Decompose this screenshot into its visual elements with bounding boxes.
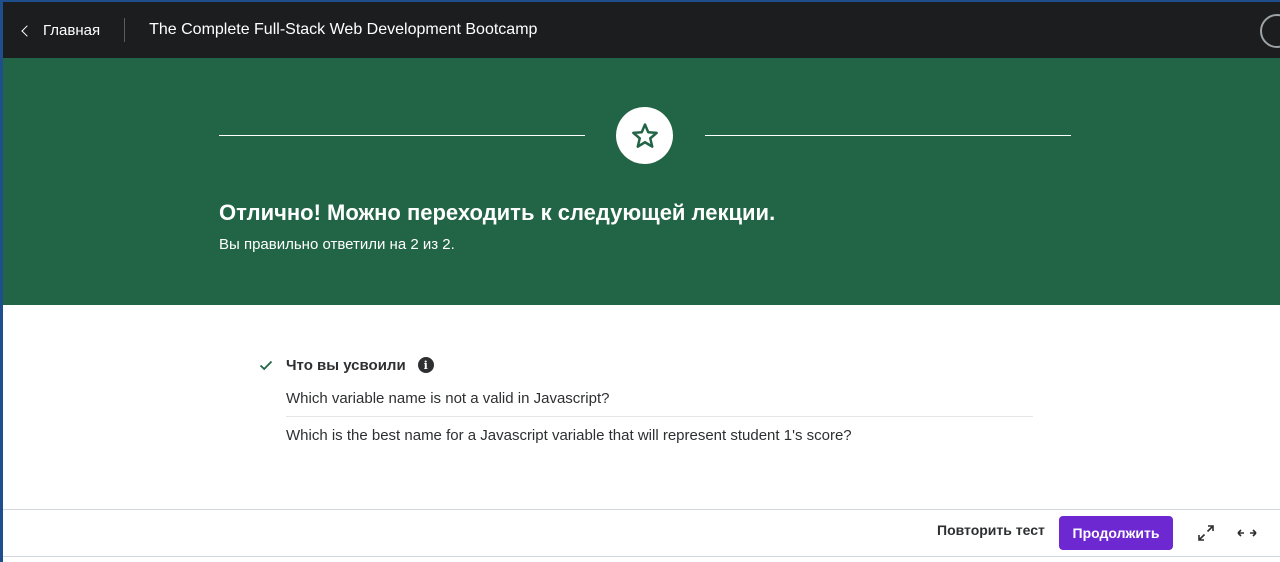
expand-width-icon[interactable] [1235,522,1259,544]
course-title: The Complete Full-Stack Web Development … [149,21,538,38]
learned-header[interactable]: Что вы усвоили i [258,350,1033,380]
what-you-learned-section: Что вы усвоили i Which variable name is … [258,350,1033,453]
check-icon [258,357,274,373]
result-subtitle: Вы правильно ответили на 2 из 2. [219,236,455,253]
progress-ring-icon[interactable] [1260,14,1280,48]
back-to-home-link[interactable]: Главная [3,2,124,58]
star-icon [631,122,658,148]
expand-icon[interactable] [1195,522,1217,544]
info-icon[interactable]: i [417,357,434,373]
question-item: Which variable name is not a valid in Ja… [286,380,1033,417]
retry-quiz-button[interactable]: Повторить тест [937,522,1045,538]
top-bar: Главная The Complete Full-Stack Web Deve… [3,2,1280,58]
star-badge [616,107,673,164]
question-item: Which is the best name for a Javascript … [286,427,852,444]
header-divider [124,18,126,42]
continue-button[interactable]: Продолжить [1059,516,1173,550]
back-link-label: Главная [43,21,101,39]
chevron-left-icon [21,24,33,37]
result-title: Отлично! Можно переходить к следующей ле… [219,200,776,225]
decor-line-right [705,135,1071,136]
learned-title: Что вы усвоили [286,356,406,374]
footer-bar: Повторить тест Продолжить [3,509,1280,557]
quiz-result-banner: Отлично! Можно переходить к следующей ле… [3,58,1280,305]
decor-line-left [219,135,585,136]
